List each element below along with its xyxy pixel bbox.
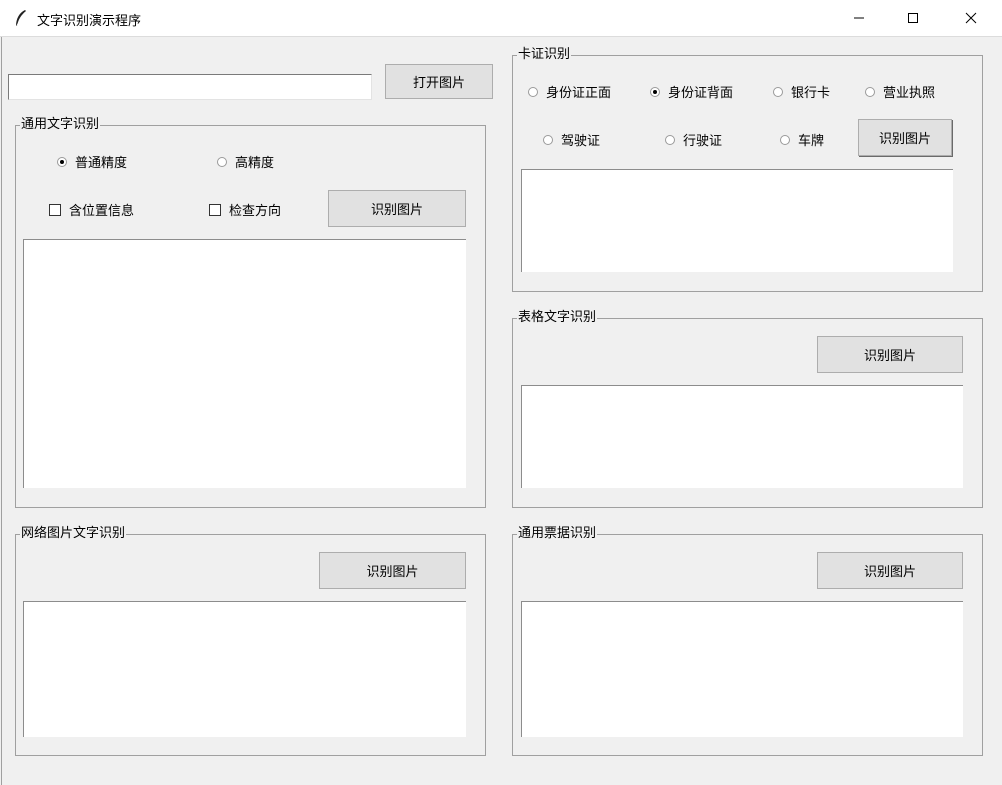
checkbox-location-label: 含位置信息 xyxy=(69,204,135,219)
close-icon xyxy=(965,12,977,24)
general-ocr-label: 通用文字识别 xyxy=(20,117,101,133)
title-bar[interactable]: 文字识别演示程序 xyxy=(0,0,1002,37)
receipt-recognize-button[interactable]: 识别图片 xyxy=(817,552,963,589)
table-ocr-label: 表格文字识别 xyxy=(517,310,598,326)
general-recognize-button[interactable]: 识别图片 xyxy=(328,190,466,227)
web-image-ocr-label: 网络图片文字识别 xyxy=(20,526,127,542)
minimize-button[interactable] xyxy=(836,0,882,36)
card-ocr-label: 卡证识别 xyxy=(517,47,572,63)
feather-icon xyxy=(16,10,26,27)
radio-normal-label: 普通精度 xyxy=(75,156,128,171)
radio-id-front[interactable]: 身份证正面 xyxy=(528,82,611,101)
radio-business-license[interactable]: 营业执照 xyxy=(865,82,935,101)
client-area: 打开图片 通用文字识别 普通精度 高精度 含位置信息 检查方向 识别图片 网络图… xyxy=(0,37,1002,785)
radio-selected-icon xyxy=(57,156,67,167)
checkbox-direction-label: 检查方向 xyxy=(229,204,282,219)
checkbox-icon xyxy=(209,203,221,216)
radio-driver-license-label: 驾驶证 xyxy=(561,134,601,149)
radio-selected-icon xyxy=(650,86,660,97)
radio-vehicle-license-label: 行驶证 xyxy=(683,134,723,149)
maximize-button[interactable] xyxy=(890,0,936,36)
table-recognize-button[interactable]: 识别图片 xyxy=(817,336,963,373)
radio-unselected-icon xyxy=(528,86,538,97)
radio-business-license-label: 营业执照 xyxy=(883,86,936,101)
card-recognize-button[interactable]: 识别图片 xyxy=(858,119,952,156)
receipt-ocr-label: 通用票据识别 xyxy=(517,526,598,542)
radio-id-back[interactable]: 身份证背面 xyxy=(650,82,733,101)
checkbox-direction[interactable]: 检查方向 xyxy=(209,200,281,219)
radio-driver-license[interactable]: 驾驶证 xyxy=(543,130,600,149)
radio-high-label: 高精度 xyxy=(235,156,275,171)
radio-unselected-icon xyxy=(865,86,875,97)
radio-license-plate[interactable]: 车牌 xyxy=(780,130,824,149)
open-image-button[interactable]: 打开图片 xyxy=(385,64,493,99)
general-result-textarea[interactable] xyxy=(23,239,466,488)
radio-high-precision[interactable]: 高精度 xyxy=(217,152,274,171)
card-result-textarea[interactable] xyxy=(521,169,953,272)
receipt-result-textarea[interactable] xyxy=(521,601,963,737)
radio-unselected-icon xyxy=(543,134,553,145)
maximize-icon xyxy=(908,13,918,23)
image-path-input[interactable] xyxy=(8,74,372,100)
radio-normal-precision[interactable]: 普通精度 xyxy=(57,152,127,171)
web-image-recognize-button[interactable]: 识别图片 xyxy=(319,552,466,589)
radio-id-front-label: 身份证正面 xyxy=(546,86,612,101)
web-image-result-textarea[interactable] xyxy=(23,601,466,737)
radio-license-plate-label: 车牌 xyxy=(798,134,825,149)
radio-unselected-icon xyxy=(780,134,790,145)
radio-bank-card[interactable]: 银行卡 xyxy=(773,82,830,101)
checkbox-icon xyxy=(49,203,61,216)
radio-unselected-icon xyxy=(665,134,675,145)
window-title: 文字识别演示程序 xyxy=(37,14,142,29)
close-button[interactable] xyxy=(948,0,994,36)
radio-bank-card-label: 银行卡 xyxy=(791,86,831,101)
radio-unselected-icon xyxy=(773,86,783,97)
radio-id-back-label: 身份证背面 xyxy=(668,86,734,101)
minimize-icon xyxy=(854,17,864,19)
radio-unselected-icon xyxy=(217,156,227,167)
radio-vehicle-license[interactable]: 行驶证 xyxy=(665,130,722,149)
checkbox-location[interactable]: 含位置信息 xyxy=(49,200,134,219)
table-result-textarea[interactable] xyxy=(521,385,963,488)
